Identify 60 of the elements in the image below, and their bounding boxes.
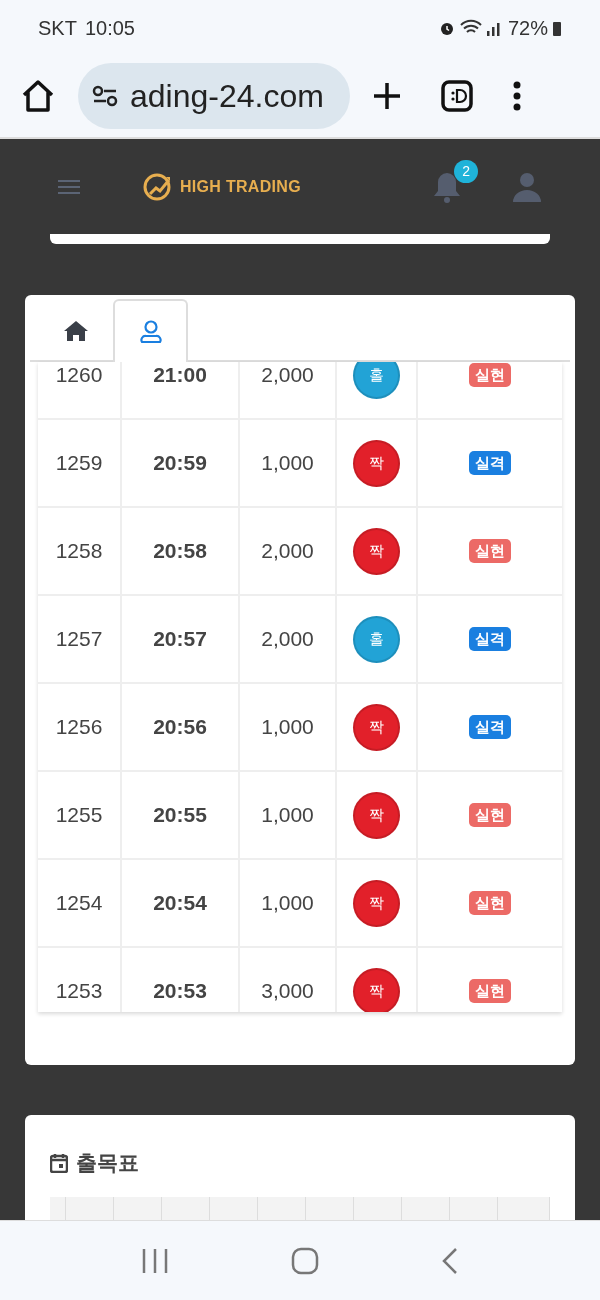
bet-amount: 1,000 (261, 450, 314, 477)
result-badge: 실현 (469, 538, 511, 564)
result-badge: 실격 (469, 450, 511, 476)
logo-text[interactable]: HIGH TRADING (180, 174, 301, 199)
notification-badge: 2 (454, 159, 478, 183)
round-time: 20:53 (153, 978, 207, 1005)
back-icon[interactable] (441, 1246, 459, 1275)
tab-switcher-icon[interactable] (440, 79, 474, 113)
pick-ball: 홀 (353, 615, 400, 663)
pick-ball: 짝 (353, 439, 400, 487)
result-badge: 실현 (469, 362, 511, 388)
user-icon (139, 319, 162, 344)
pick-ball: 짝 (353, 527, 400, 575)
recent-apps-icon[interactable] (141, 1247, 169, 1274)
round-time: 20:58 (153, 538, 207, 565)
round-time: 20:59 (153, 450, 207, 477)
round-number: 1258 (55, 538, 103, 565)
battery-percent: 72% (507, 15, 548, 41)
bet-amount: 3,000 (261, 978, 314, 1005)
round-number: 1260 (55, 362, 103, 389)
clock-time: 10:05 (84, 15, 135, 41)
bet-amount: 2,000 (261, 362, 314, 389)
round-time: 20:54 (153, 890, 207, 917)
logo-icon (142, 171, 172, 202)
round-number: 1255 (55, 802, 103, 829)
bet-amount: 1,000 (261, 714, 314, 741)
calendar-icon (50, 1152, 68, 1173)
pick-ball: 짝 (353, 879, 400, 927)
pick-ball: 짝 (353, 703, 400, 751)
bet-amount: 1,000 (261, 890, 314, 917)
carrier-label: SKT (38, 15, 77, 41)
round-number: 1259 (55, 450, 103, 477)
round-number: 1254 (55, 890, 103, 917)
bet-amount: 2,000 (261, 538, 314, 565)
result-badge: 실현 (469, 802, 511, 828)
home-icon[interactable] (20, 78, 56, 114)
result-badge: 실격 (469, 626, 511, 652)
pick-ball: 짝 (353, 967, 400, 1012)
section-title: 출목표 (76, 1150, 139, 1176)
round-time: 20:55 (153, 802, 207, 829)
bet-amount: 1,000 (261, 802, 314, 829)
new-tab-icon[interactable] (372, 81, 402, 111)
home-button-icon[interactable] (291, 1246, 319, 1275)
more-options-icon[interactable] (512, 81, 522, 111)
home-icon (62, 319, 89, 342)
round-number: 1257 (55, 626, 103, 653)
result-badge: 실현 (469, 890, 511, 916)
pick-ball: 짝 (353, 791, 400, 839)
result-badge: 실격 (469, 714, 511, 740)
round-number: 1256 (55, 714, 103, 741)
result-badge: 실현 (469, 978, 511, 1004)
round-time: 20:56 (153, 714, 207, 741)
pick-ball: 홀 (353, 362, 400, 399)
battery-icon (552, 19, 562, 36)
round-time: 20:57 (153, 626, 207, 653)
round-number: 1253 (55, 978, 103, 1005)
address-bar[interactable]: ading-24.com (78, 63, 350, 129)
round-time: 21:00 (153, 362, 207, 389)
site-settings-icon[interactable] (92, 85, 118, 107)
bet-amount: 2,000 (261, 626, 314, 653)
